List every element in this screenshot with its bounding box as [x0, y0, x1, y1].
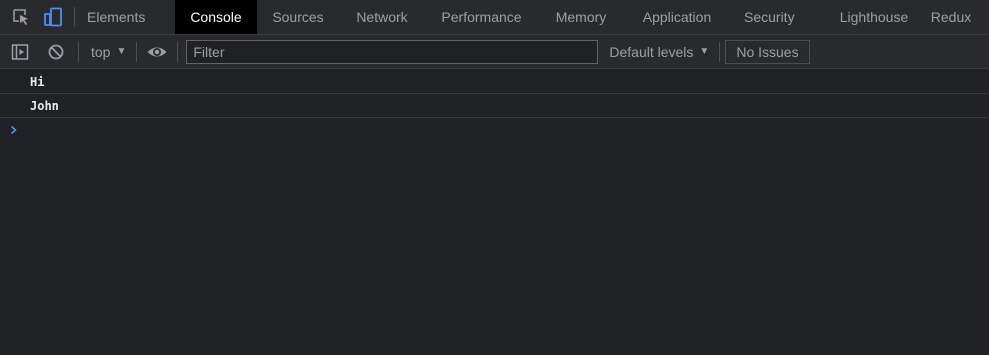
- console-toolbar: top ▼ Default levels ▼ No Issues: [0, 35, 989, 69]
- levels-label: Default levels: [609, 43, 694, 60]
- tab-memory[interactable]: Memory: [538, 0, 624, 34]
- toolbar-divider: [719, 41, 721, 62]
- tab-lighthouse[interactable]: Lighthouse: [824, 0, 924, 34]
- tab-console[interactable]: Console: [175, 0, 257, 34]
- filter-input[interactable]: [186, 39, 599, 64]
- console-message: John: [0, 94, 989, 118]
- toolbar-divider: [74, 7, 75, 27]
- console-prompt[interactable]: [0, 118, 989, 142]
- issues-button[interactable]: No Issues: [725, 39, 810, 64]
- context-label: top: [91, 43, 111, 60]
- prompt-chevron-icon: [10, 125, 17, 135]
- toolbar-divider: [136, 41, 138, 62]
- chevron-down-icon: ▼: [699, 46, 710, 57]
- tab-application[interactable]: Application: [624, 0, 730, 34]
- live-expression-eye-icon[interactable]: [145, 40, 169, 64]
- chevron-down-icon: ▼: [116, 46, 127, 57]
- toolbar-divider: [78, 41, 79, 62]
- log-levels-dropdown[interactable]: Default levels ▼: [609, 40, 709, 64]
- tab-redux[interactable]: Redux: [924, 0, 978, 34]
- tab-elements[interactable]: Elements: [85, 0, 175, 34]
- tab-security[interactable]: Security: [730, 0, 824, 34]
- inspect-element-icon[interactable]: [10, 6, 32, 28]
- clear-console-icon[interactable]: [44, 40, 68, 64]
- tab-network[interactable]: Network: [339, 0, 425, 34]
- context-selector[interactable]: top ▼: [85, 40, 132, 64]
- toolbar-divider: [177, 41, 179, 62]
- devtools-window: Elements Console Sources Network Perform…: [0, 0, 989, 355]
- tab-sources[interactable]: Sources: [257, 0, 339, 34]
- show-sidebar-icon[interactable]: [8, 40, 32, 64]
- console-output: Hi John: [0, 70, 989, 142]
- console-message: Hi: [0, 70, 989, 94]
- device-toolbar-icon[interactable]: [42, 6, 64, 28]
- tab-performance[interactable]: Performance: [425, 0, 538, 34]
- panel-tab-bar: Elements Console Sources Network Perform…: [0, 0, 989, 35]
- panel-tabs: Elements Console Sources Network Perform…: [85, 0, 978, 34]
